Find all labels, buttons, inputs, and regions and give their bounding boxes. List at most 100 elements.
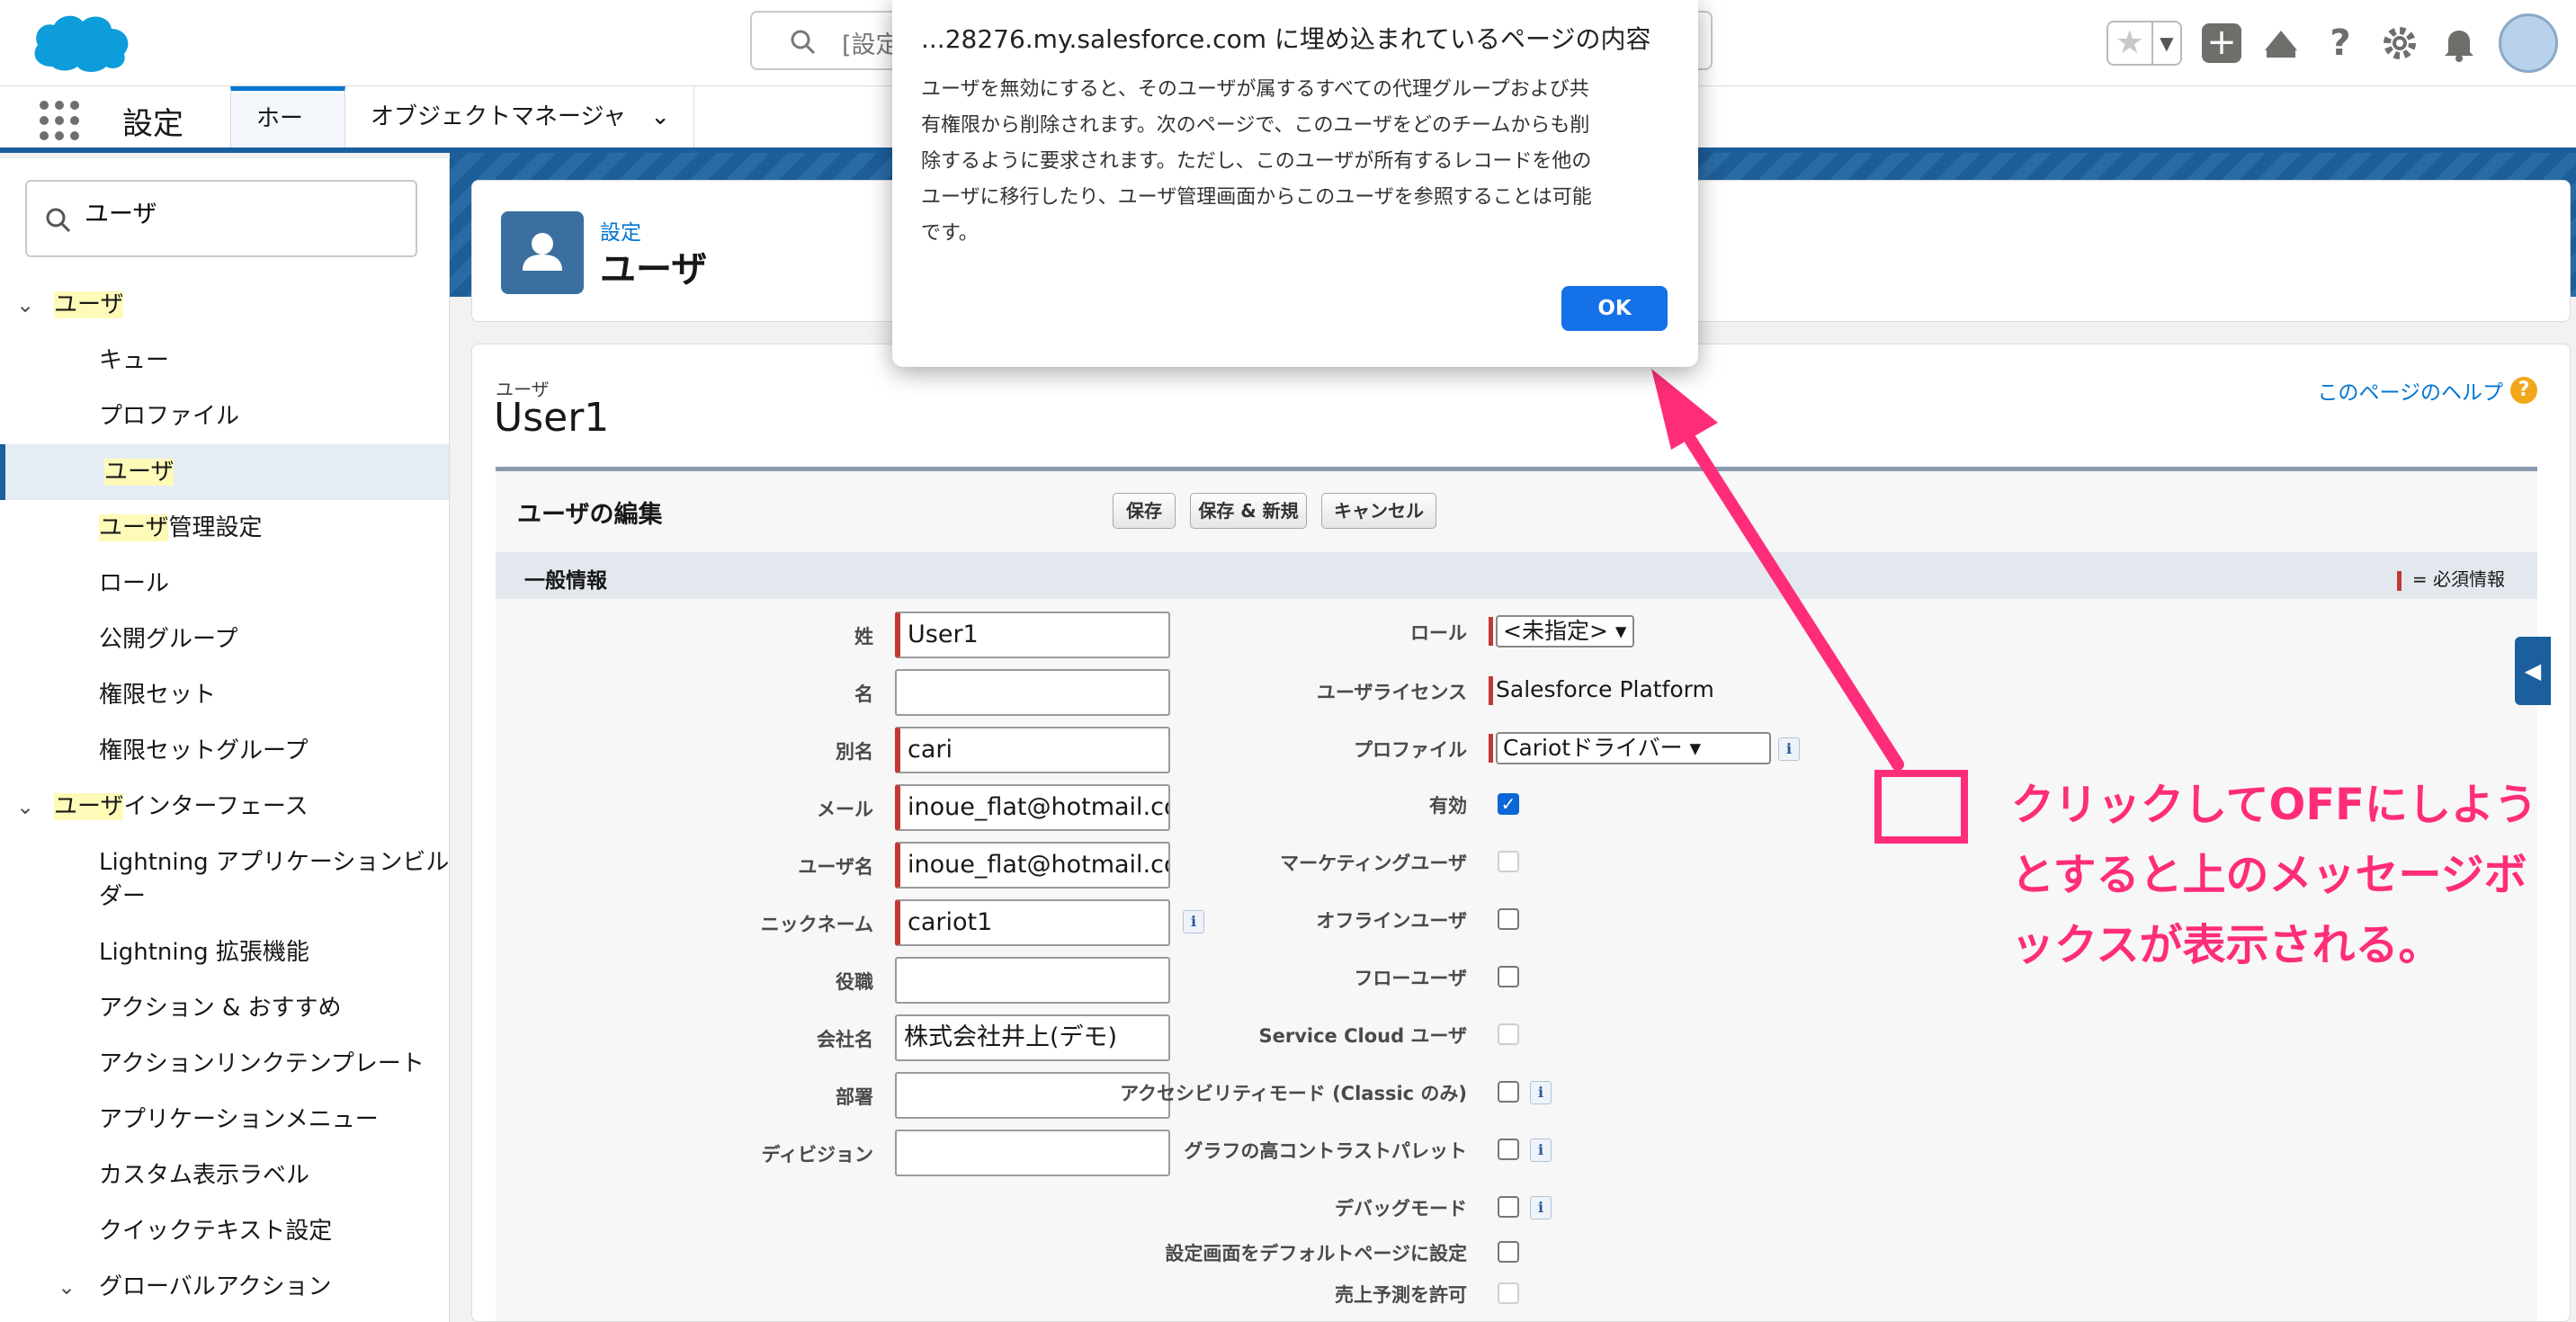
- field-label: 部署: [836, 1086, 873, 1108]
- sidebar-item[interactable]: キュー: [0, 333, 449, 389]
- checkbox: [1498, 1282, 1519, 1304]
- checkbox[interactable]: [1498, 1139, 1519, 1160]
- annotation-line: ックスが表示される。: [2011, 920, 2442, 970]
- ok-button[interactable]: OK: [1561, 286, 1668, 331]
- sidebar-item[interactable]: 権限セット: [0, 667, 449, 723]
- sidebar-item[interactable]: プロファイル: [0, 389, 449, 444]
- checkbox[interactable]: [1498, 1196, 1519, 1218]
- checkbox-label: 有効: [1429, 795, 1467, 817]
- help-icon[interactable]: ?: [2321, 23, 2360, 63]
- chevron-down-icon[interactable]: ▼: [2151, 22, 2180, 64]
- license-value: Salesforce Platform: [1496, 676, 1714, 702]
- tab-object-manager[interactable]: オブジェクトマネージャ ⌄: [345, 86, 694, 147]
- sidebar-item-text: 権限セット: [99, 682, 217, 709]
- sidebar-item-label: プロファイル: [99, 389, 239, 444]
- page-title: ユーザ: [600, 249, 708, 290]
- sidebar-item[interactable]: ⌄ ユーザ: [0, 277, 449, 333]
- info-icon[interactable]: i: [1530, 1196, 1552, 1219]
- checkbox[interactable]: [1498, 1081, 1519, 1103]
- section-header: 一般情報 = 必須情報: [496, 552, 2537, 599]
- sidebar-item[interactable]: ユーザ: [0, 444, 449, 500]
- checkbox: [1498, 1023, 1519, 1045]
- save-new-button[interactable]: 保存 & 新規: [1190, 493, 1307, 529]
- annotation-line: とすると上のメッセージボ: [2011, 850, 2527, 900]
- help-link-label[interactable]: このページのヘルプ: [2317, 375, 2503, 406]
- sidebar-item[interactable]: カスタム表示ラベル: [0, 1148, 449, 1203]
- sidebar-item[interactable]: アクション & おすすめ: [0, 980, 449, 1036]
- help-link[interactable]: このページのヘルプ ?: [2317, 375, 2537, 406]
- sidebar-item-text: 管理設定: [168, 514, 263, 541]
- chevron-down-icon[interactable]: ⌄: [16, 779, 34, 835]
- sidebar-item[interactable]: ダー: [0, 869, 449, 925]
- dialog-title: ...28276.my.salesforce.com に埋め込まれているページの…: [921, 24, 1651, 54]
- checkbox[interactable]: [1498, 908, 1519, 930]
- checkbox-label: グラフの高コントラストパレット: [1184, 1140, 1467, 1162]
- cancel-button[interactable]: キャンセル: [1321, 493, 1436, 529]
- checkbox-label: 設定画面をデフォルトページに設定: [1165, 1243, 1467, 1264]
- edit-title: ユーザの編集: [517, 501, 663, 529]
- sidebar-item-label: キュー: [99, 333, 169, 389]
- tab-home[interactable]: ホーム: [230, 86, 345, 188]
- sidebar-item-label: アクション & おすすめ: [99, 980, 342, 1036]
- panel-toggle-icon[interactable]: ◀: [2515, 637, 2551, 705]
- profile-select[interactable]: Cariotドライバー ▾: [1496, 732, 1771, 764]
- sidebar-item[interactable]: クイックテキスト設定: [0, 1203, 449, 1259]
- sidebar-item[interactable]: ロール: [0, 556, 449, 612]
- sidebar-item-text: ダー: [99, 883, 147, 910]
- star-icon[interactable]: ★: [2108, 22, 2151, 64]
- sidebar-item-label: 権限セット: [99, 667, 216, 723]
- quick-find[interactable]: [25, 180, 417, 257]
- checkbox-label: アクセシビリティモード (Classic のみ): [1120, 1083, 1467, 1104]
- checkbox[interactable]: [1498, 1241, 1519, 1263]
- checkbox-label: 売上予測を許可: [1335, 1284, 1467, 1306]
- help-icon[interactable]: ?: [2510, 377, 2537, 404]
- sidebar-item-label: ユーザ: [104, 444, 174, 500]
- gear-icon[interactable]: [2380, 23, 2419, 63]
- dialog-line: 除するように要求されます。ただし、このユーザが所有するレコードを他の: [921, 150, 1592, 173]
- sidebar-item[interactable]: 権限セットグループ: [0, 723, 449, 779]
- profile-label: プロファイル: [1354, 739, 1467, 761]
- role-label: ロール: [1410, 622, 1467, 644]
- save-button[interactable]: 保存: [1113, 493, 1176, 529]
- sidebar-item-text: カスタム表示ラベル: [99, 1162, 310, 1189]
- sidebar-item-label: グローバルアクション: [99, 1259, 331, 1315]
- trailhead-icon[interactable]: [2261, 23, 2301, 63]
- app-launcher-icon[interactable]: [40, 101, 79, 140]
- salesforce-logo[interactable]: [27, 7, 135, 79]
- checkbox[interactable]: [1498, 966, 1519, 987]
- app-name: 設定: [122, 106, 183, 142]
- sidebar-item[interactable]: 公開グループ: [0, 612, 449, 667]
- sidebar-item[interactable]: アプリケーションメニュー: [0, 1092, 449, 1148]
- dialog-line: ユーザを無効にすると、そのユーザが属するすべての代理グループおよび共: [921, 78, 1589, 101]
- dialog-message: ユーザを無効にすると、そのユーザが属するすべての代理グループおよび共 有権限から…: [921, 72, 1668, 252]
- field-label: ニックネーム: [760, 914, 873, 935]
- sidebar-item[interactable]: ⌄ ユーザインターフェース: [0, 779, 449, 835]
- avatar[interactable]: [2499, 13, 2558, 73]
- chevron-down-icon[interactable]: ⌄: [58, 1259, 76, 1315]
- sidebar-item-text: アプリケーションメニュー: [99, 1106, 379, 1133]
- sidebar-item[interactable]: アクションリンクテンプレート: [0, 1036, 449, 1092]
- info-icon[interactable]: i: [1778, 737, 1800, 761]
- search-highlight: ユーザ: [54, 793, 124, 820]
- quick-find-input[interactable]: [85, 198, 390, 226]
- info-icon[interactable]: i: [1530, 1139, 1552, 1162]
- sidebar-item[interactable]: Lightning 拡張機能: [0, 925, 449, 980]
- sidebar-item-label: ユーザ管理設定: [99, 500, 263, 556]
- checkbox[interactable]: ✓: [1498, 793, 1519, 815]
- chevron-down-icon[interactable]: ⌄: [16, 277, 34, 333]
- info-icon[interactable]: i: [1530, 1081, 1552, 1104]
- tab-object-manager-label: オブジェクトマネージャ: [371, 103, 627, 130]
- field-label: 役職: [836, 971, 873, 993]
- chevron-down-icon[interactable]: ⌄: [650, 86, 670, 147]
- sidebar-item[interactable]: ⌄ グローバルアクション: [0, 1259, 449, 1315]
- field-label: 別名: [836, 741, 873, 763]
- favorites-button[interactable]: ★ ▼: [2106, 21, 2182, 66]
- sidebar-item-label: アプリケーションメニュー: [99, 1092, 379, 1148]
- sidebar-item[interactable]: ユーザ管理設定: [0, 500, 449, 556]
- dialog-line: 有権限から削除されます。次のページで、このユーザをどのチームからも削: [921, 114, 1590, 137]
- bell-icon[interactable]: [2439, 23, 2479, 63]
- add-icon[interactable]: +: [2202, 23, 2241, 63]
- role-select[interactable]: <未指定> ▾: [1496, 615, 1634, 648]
- sidebar-item-text: インターフェース: [123, 793, 309, 820]
- sidebar-item-label: クイックテキスト設定: [99, 1203, 332, 1259]
